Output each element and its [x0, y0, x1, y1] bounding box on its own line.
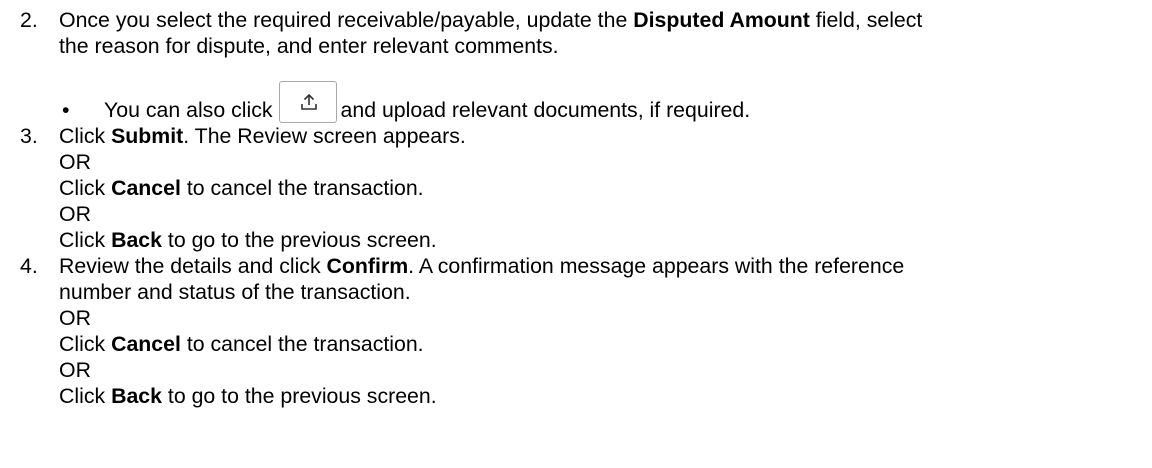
button-name-back: Back: [111, 228, 162, 252]
step-text-line: Click Cancel to cancel the transaction.: [59, 175, 1139, 201]
or-separator: OR: [59, 202, 91, 226]
text-run: Click: [59, 384, 112, 408]
step-number: 4.: [20, 254, 38, 278]
or-separator: OR: [59, 150, 91, 174]
step-text-line: the reason for dispute, and enter releva…: [59, 34, 559, 58]
text-run: You can also click: [104, 98, 273, 122]
text-run: . A confirmation message appears with th…: [408, 254, 905, 278]
text-run: Click: [59, 176, 112, 200]
step-text-line: Click Back to go to the previous screen.: [59, 383, 1139, 409]
text-run: Click: [59, 124, 112, 148]
document: 2. Once you select the required receivab…: [0, 0, 1152, 468]
text-run: and upload relevant documents, if requir…: [340, 98, 751, 122]
text-run: . The Review screen appears.: [183, 124, 466, 148]
upload-icon: [300, 93, 317, 110]
step-content: Review the details and click Confirm. A …: [59, 253, 1139, 409]
text-run: to go to the previous screen.: [161, 384, 437, 408]
text-run: Review the details and click: [59, 254, 327, 278]
text-run: Click: [59, 332, 112, 356]
button-name-back: Back: [111, 384, 162, 408]
or-separator: OR: [59, 358, 91, 382]
step-text-line: Click Back to go to the previous screen.: [59, 227, 1139, 253]
step-text-line: Click Submit. The Review screen appears.: [59, 123, 1139, 149]
text-run: Once you select the required receivable/…: [59, 8, 634, 32]
text-run: Click: [59, 228, 112, 252]
or-separator: OR: [59, 306, 91, 330]
field-name-disputed-amount: Disputed Amount: [633, 8, 810, 32]
button-name-cancel: Cancel: [111, 176, 181, 200]
step-text-line: Review the details and click Confirm. A …: [59, 253, 1139, 279]
bullet-text: You can also click and upload relevant d…: [104, 72, 750, 123]
step-number: 2.: [20, 8, 38, 32]
step-content: Click Submit. The Review screen appears.…: [59, 123, 1139, 253]
text-run: field, select: [809, 8, 923, 32]
step-text-line: Once you select the required receivable/…: [59, 7, 1139, 33]
button-name-cancel: Cancel: [111, 332, 181, 356]
step-content: Once you select the required receivable/…: [59, 7, 1139, 59]
step-text-line: number and status of the transaction.: [59, 280, 411, 304]
text-run: to cancel the transaction.: [180, 332, 424, 356]
text-run: to cancel the transaction.: [180, 176, 424, 200]
upload-button[interactable]: [278, 81, 337, 123]
button-name-submit: Submit: [111, 124, 184, 148]
step-text-line: Click Cancel to cancel the transaction.: [59, 331, 1139, 357]
text-run: to go to the previous screen.: [161, 228, 437, 252]
bullet-marker: •: [62, 98, 70, 122]
step-number: 3.: [20, 124, 38, 148]
button-name-confirm: Confirm: [326, 254, 409, 278]
